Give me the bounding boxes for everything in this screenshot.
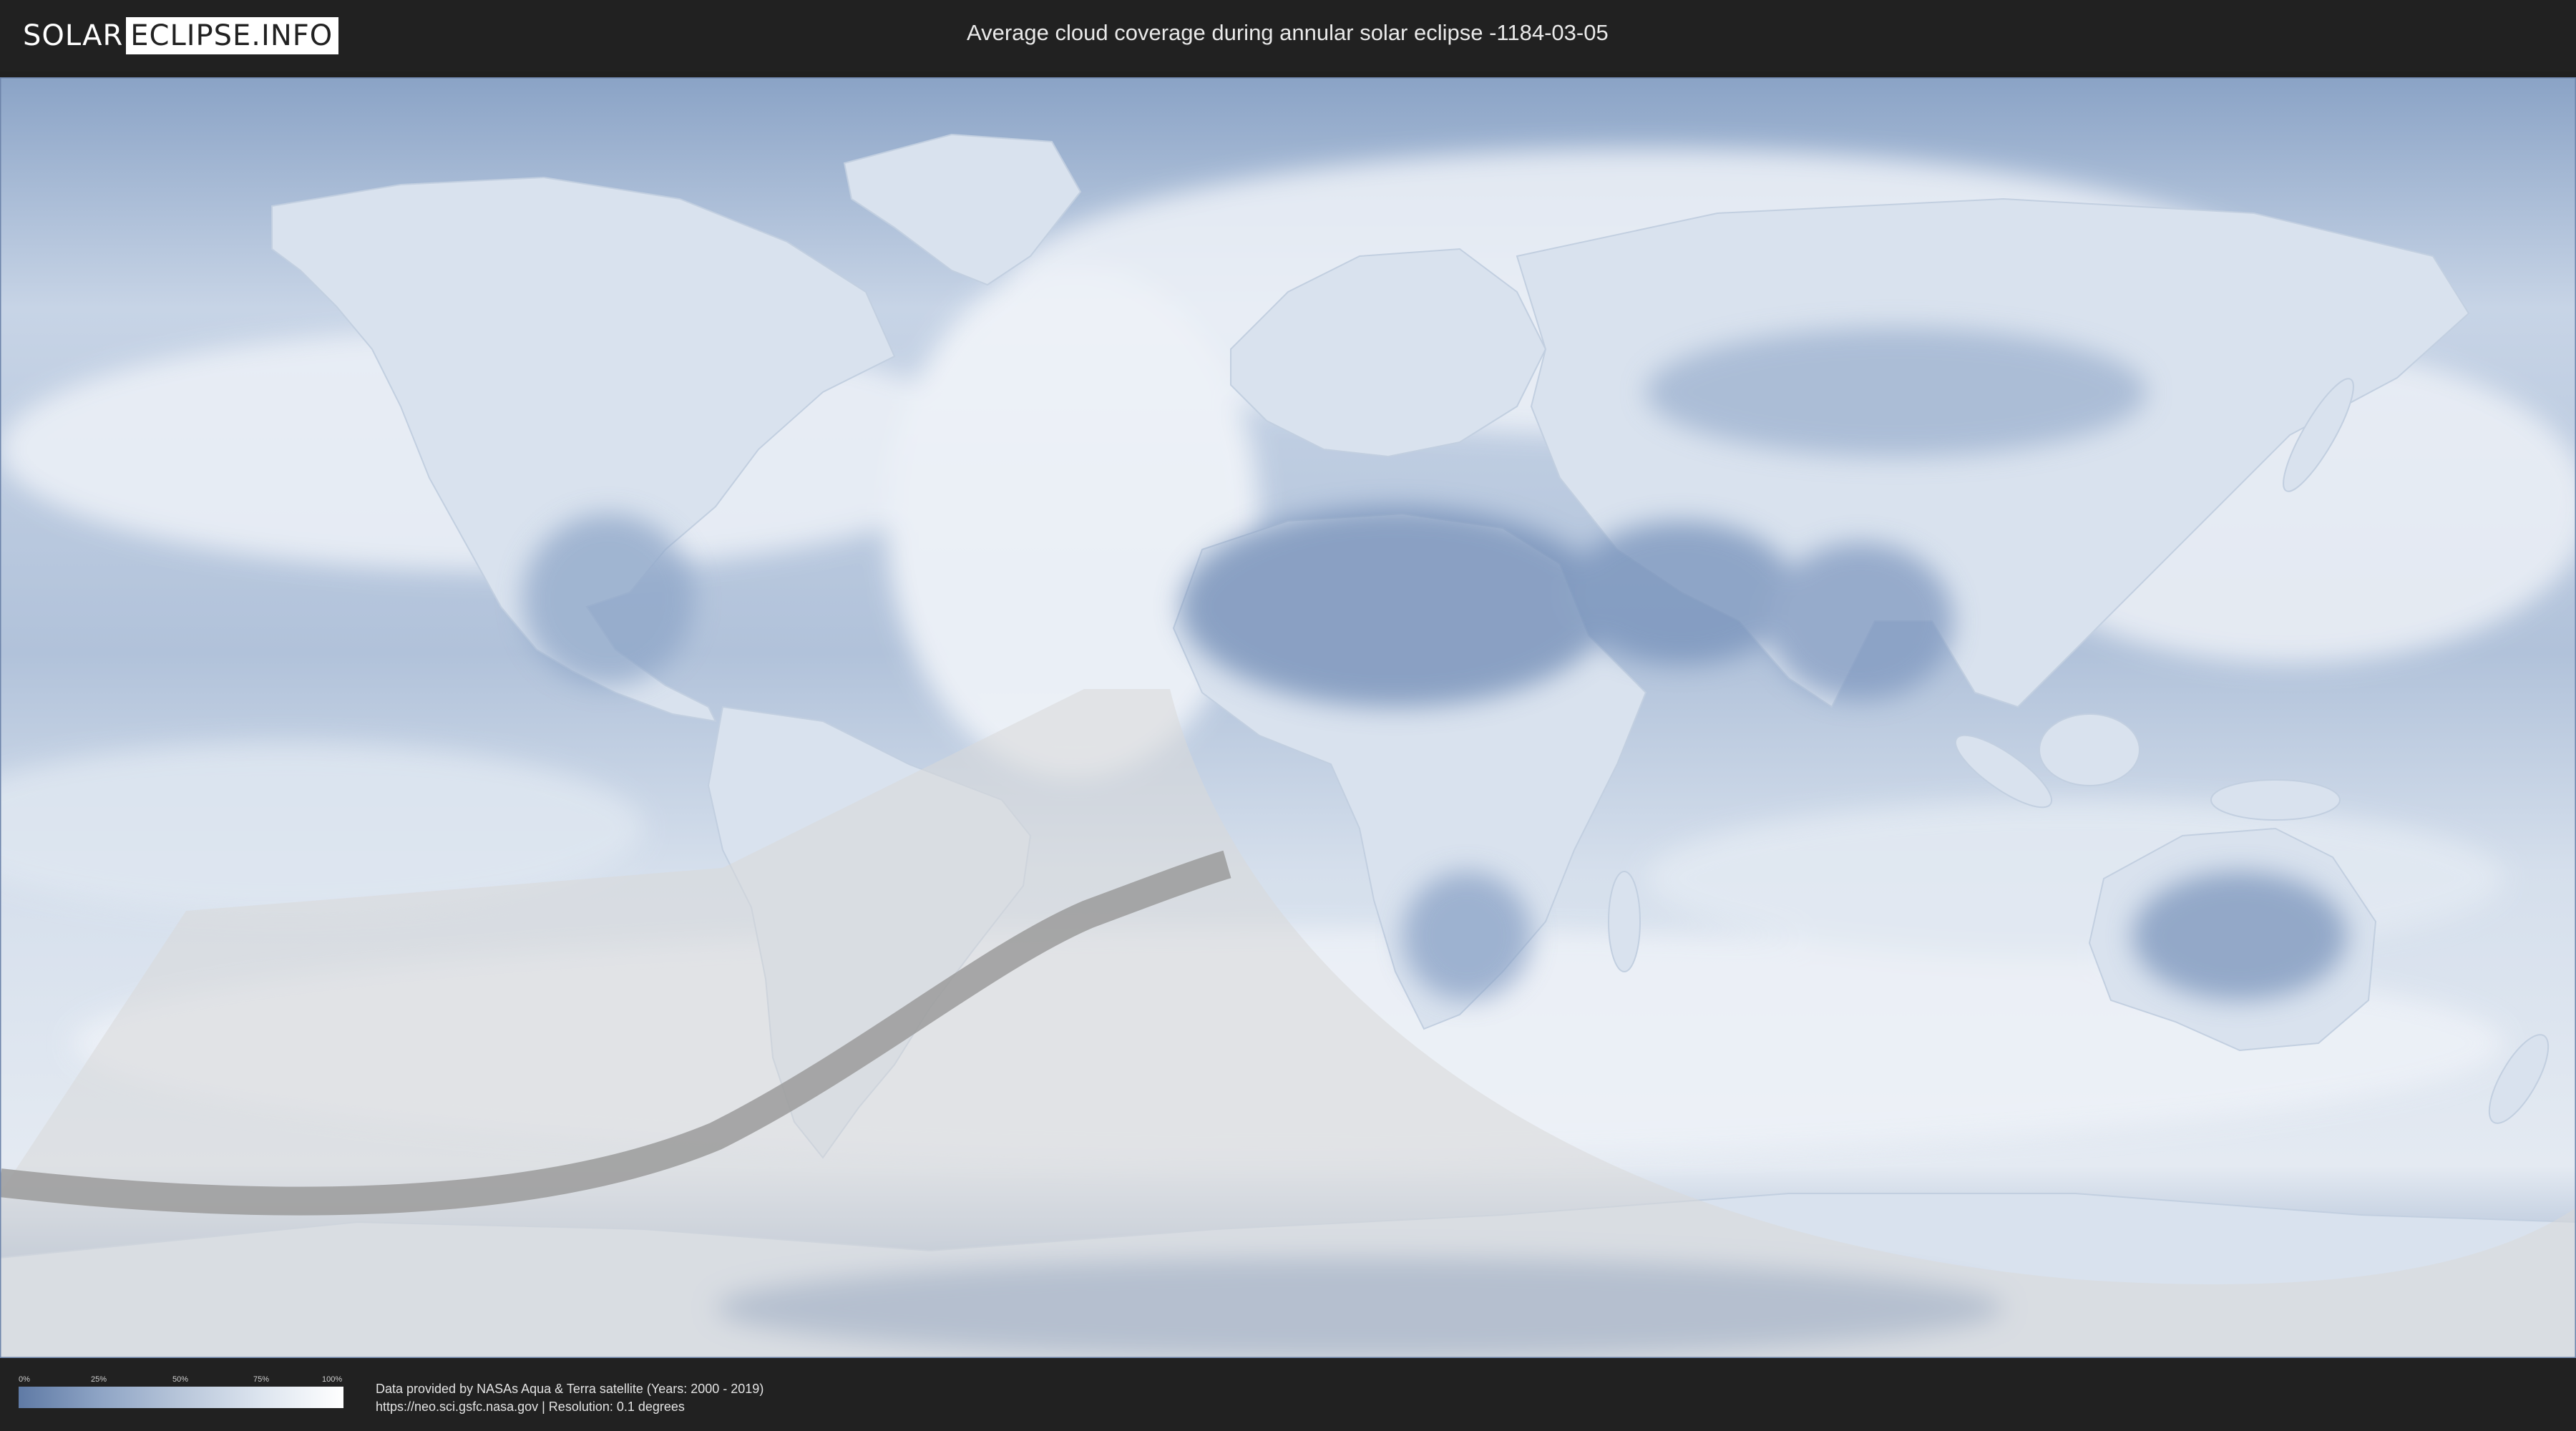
legend-tick-0: 0% xyxy=(19,1375,30,1384)
header-bar: SOLAR ECLIPSE.INFO Average cloud coverag… xyxy=(0,0,2576,72)
new-guinea xyxy=(2210,779,2341,821)
borneo xyxy=(2039,713,2140,786)
data-credits: Data provided by NASAs Aqua & Terra sate… xyxy=(376,1380,763,1416)
legend-tick-75: 75% xyxy=(253,1375,270,1384)
world-map-svg xyxy=(0,77,2576,1358)
credits-line-url[interactable]: https://neo.sci.gsfc.nasa.gov | Resoluti… xyxy=(376,1398,763,1416)
site-logo[interactable]: SOLAR ECLIPSE.INFO xyxy=(23,17,339,54)
page-title: Average cloud coverage during annular so… xyxy=(967,20,1609,45)
legend-tick-100: 100% xyxy=(322,1375,343,1384)
legend-ticks: 0% 25% 50% 75% 100% xyxy=(19,1375,343,1387)
legend-tick-50: 50% xyxy=(172,1375,189,1384)
legend-gradient-bar xyxy=(19,1387,343,1408)
logo-text-solar: SOLAR xyxy=(23,19,124,52)
legend-tick-25: 25% xyxy=(91,1375,107,1384)
logo-text-eclipse-info: ECLIPSE.INFO xyxy=(126,17,339,54)
credits-line-source: Data provided by NASAs Aqua & Terra sate… xyxy=(376,1382,764,1396)
cloud-coverage-legend: 0% 25% 50% 75% 100% xyxy=(19,1375,343,1408)
cloud-coverage-map xyxy=(0,77,2576,1358)
madagascar xyxy=(1608,871,1641,972)
